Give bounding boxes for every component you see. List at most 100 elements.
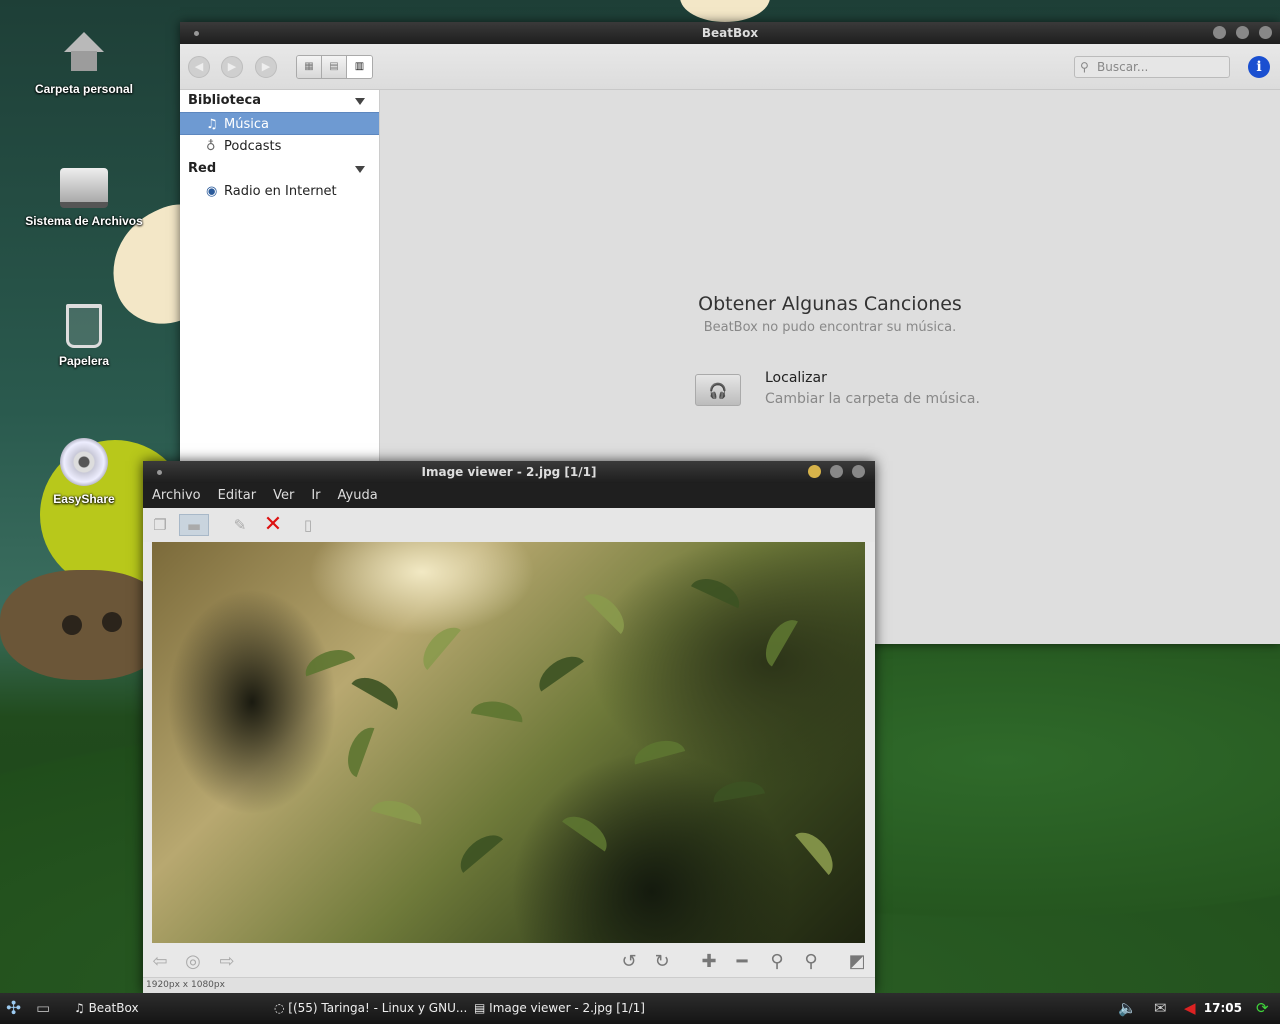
taskbar-item-label: BeatBox bbox=[88, 1001, 139, 1015]
menu-ir[interactable]: Ir bbox=[311, 483, 320, 508]
next-button[interactable]: ▶ bbox=[255, 56, 277, 78]
window-title: BeatBox bbox=[701, 26, 759, 40]
drive-icon bbox=[60, 168, 108, 208]
taskbar-item-image-viewer[interactable]: ▤ Image viewer - 2.jpg [1/1] bbox=[474, 993, 645, 1024]
delete-icon[interactable]: ✕ bbox=[261, 514, 285, 536]
back-arrow-icon[interactable]: ⇦ bbox=[148, 951, 172, 972]
music-note-icon: ♫ bbox=[206, 117, 218, 132]
photo-detail bbox=[758, 613, 798, 667]
desktop-icon-label: EasyShare bbox=[53, 492, 115, 506]
zoom-fit-icon[interactable]: ⚲ bbox=[765, 951, 789, 972]
collapse-arrow-icon[interactable] bbox=[355, 98, 365, 105]
mute-icon[interactable]: ◀ bbox=[1184, 993, 1196, 1024]
zoom-original-icon[interactable]: ⚲ bbox=[799, 951, 823, 972]
zoom-in-icon[interactable]: ✚ bbox=[697, 951, 721, 972]
menu-ayuda[interactable]: Ayuda bbox=[338, 483, 378, 508]
power-icon[interactable]: ⟳ bbox=[1256, 993, 1269, 1024]
clock[interactable]: 17:05 bbox=[1204, 993, 1242, 1024]
search-icon: ⚲ bbox=[1080, 60, 1089, 74]
collapse-arrow-icon[interactable] bbox=[355, 166, 365, 173]
locate-subtitle: Cambiar la carpeta de música. bbox=[765, 391, 980, 407]
sidebar-heading-library[interactable]: Biblioteca bbox=[180, 90, 379, 112]
window-title: Image viewer - 2.jpg [1/1] bbox=[421, 465, 597, 479]
sidebar-heading-network[interactable]: Red bbox=[180, 158, 379, 180]
image-canvas[interactable] bbox=[152, 542, 865, 943]
maximize-button[interactable] bbox=[1236, 26, 1249, 39]
trash-icon[interactable]: ▯ bbox=[296, 514, 320, 536]
desktop-icon-trash[interactable]: Papelera bbox=[14, 304, 154, 368]
locate-title: Localizar bbox=[765, 370, 827, 386]
fullscreen-toggle-icon[interactable]: ◩ bbox=[845, 951, 869, 972]
desktop-icon-home[interactable]: Carpeta personal bbox=[14, 32, 154, 96]
menu-archivo[interactable]: Archivo bbox=[152, 483, 201, 508]
show-desktop-icon[interactable]: ▭ bbox=[36, 993, 50, 1024]
new-window-icon[interactable]: ❐ bbox=[148, 514, 172, 536]
close-button[interactable] bbox=[852, 465, 865, 478]
fullscreen-icon[interactable]: ▬ bbox=[179, 514, 209, 536]
edit-icon[interactable]: ✎ bbox=[228, 514, 252, 536]
window-menu-dot[interactable] bbox=[194, 31, 199, 36]
minimize-button[interactable] bbox=[808, 465, 821, 478]
photo-detail bbox=[583, 585, 633, 635]
status-bar: 1920px x 1080px bbox=[143, 977, 875, 993]
music-note-icon: ♫ bbox=[74, 1001, 89, 1015]
home-folder-icon bbox=[62, 32, 106, 76]
wallpaper-shape bbox=[680, 0, 770, 22]
beatbox-titlebar[interactable]: BeatBox bbox=[180, 22, 1280, 44]
taskbar-item-label: [(55) Taringa! - Linux y GNU... bbox=[288, 1001, 468, 1015]
window-menu-dot[interactable] bbox=[157, 470, 162, 475]
slideshow-icon[interactable]: ◎ bbox=[181, 951, 205, 972]
sidebar-item-podcasts[interactable]: ♁ Podcasts bbox=[180, 135, 379, 158]
maximize-button[interactable] bbox=[830, 465, 843, 478]
beatbox-toolbar: ◀ ▶ ▶ ▦ ▤ ▥ ⚲ Buscar... i bbox=[180, 44, 1280, 90]
photo-detail bbox=[341, 722, 375, 778]
window-controls bbox=[808, 465, 865, 478]
grid-view-icon[interactable]: ▦ bbox=[297, 56, 322, 78]
info-button[interactable]: i bbox=[1248, 56, 1270, 78]
list-view-icon[interactable]: ▤ bbox=[322, 56, 347, 78]
desktop-icon-easyshare[interactable]: EasyShare bbox=[14, 438, 154, 506]
sidebar-item-internet-radio[interactable]: ◉ Radio en Internet bbox=[180, 180, 379, 203]
photo-detail bbox=[415, 619, 461, 671]
rotate-right-icon[interactable]: ↻ bbox=[650, 951, 674, 972]
image-viewer-icon: ▤ bbox=[474, 1001, 490, 1015]
podcast-icon: ♁ bbox=[206, 139, 216, 154]
desktop-icon-label: Carpeta personal bbox=[34, 82, 134, 96]
viewer-titlebar[interactable]: Image viewer - 2.jpg [1/1] bbox=[143, 461, 875, 483]
cd-icon bbox=[60, 438, 108, 486]
column-view-icon[interactable]: ▥ bbox=[347, 56, 372, 78]
empty-title: Obtener Algunas Canciones bbox=[698, 293, 962, 315]
sidebar-heading-label: Red bbox=[188, 161, 217, 176]
previous-button[interactable]: ◀ bbox=[188, 56, 210, 78]
browser-icon: ◌ bbox=[274, 1001, 289, 1015]
viewer-toolbar: ❐ ▬ ✎ ✕ ▯ bbox=[143, 508, 875, 542]
app-menu-icon[interactable]: ✣ bbox=[6, 993, 21, 1024]
locate-music-folder-action[interactable]: 🎧 Localizar Cambiar la carpeta de música… bbox=[695, 368, 1015, 412]
rotate-left-icon[interactable]: ↺ bbox=[617, 951, 641, 972]
menu-ver[interactable]: Ver bbox=[273, 483, 294, 508]
forward-arrow-icon[interactable]: ⇨ bbox=[215, 951, 239, 972]
mail-icon[interactable]: ✉ bbox=[1154, 993, 1167, 1024]
minimize-button[interactable] bbox=[1213, 26, 1226, 39]
sidebar-item-music[interactable]: ♫ Música bbox=[180, 112, 379, 135]
wallpaper-shape bbox=[62, 615, 82, 635]
menu-bar: Archivo Editar Ver Ir Ayuda bbox=[143, 483, 875, 508]
close-button[interactable] bbox=[1259, 26, 1272, 39]
photo-detail bbox=[351, 670, 405, 710]
search-placeholder: Buscar... bbox=[1097, 60, 1149, 74]
photo-detail bbox=[562, 808, 614, 852]
volume-icon[interactable]: 🔈 bbox=[1118, 993, 1137, 1024]
wallpaper-shape bbox=[102, 612, 122, 632]
trash-icon bbox=[66, 304, 102, 348]
sidebar-item-label: Radio en Internet bbox=[224, 184, 337, 199]
taskbar-item-beatbox[interactable]: ♫ BeatBox bbox=[74, 993, 139, 1024]
photo-detail bbox=[532, 648, 584, 692]
taskbar: ✣ ▭ ♫ BeatBox ◌ [(55) Taringa! - Linux y… bbox=[0, 993, 1280, 1024]
search-input[interactable]: ⚲ Buscar... bbox=[1074, 56, 1230, 78]
taskbar-item-browser[interactable]: ◌ [(55) Taringa! - Linux y GNU... bbox=[274, 993, 467, 1024]
play-button[interactable]: ▶ bbox=[221, 56, 243, 78]
desktop-icon-filesystem[interactable]: Sistema de Archivos bbox=[14, 168, 154, 228]
empty-subtitle: BeatBox no pudo encontrar su música. bbox=[703, 320, 957, 335]
menu-editar[interactable]: Editar bbox=[218, 483, 257, 508]
zoom-out-icon[interactable]: ━ bbox=[730, 951, 754, 972]
